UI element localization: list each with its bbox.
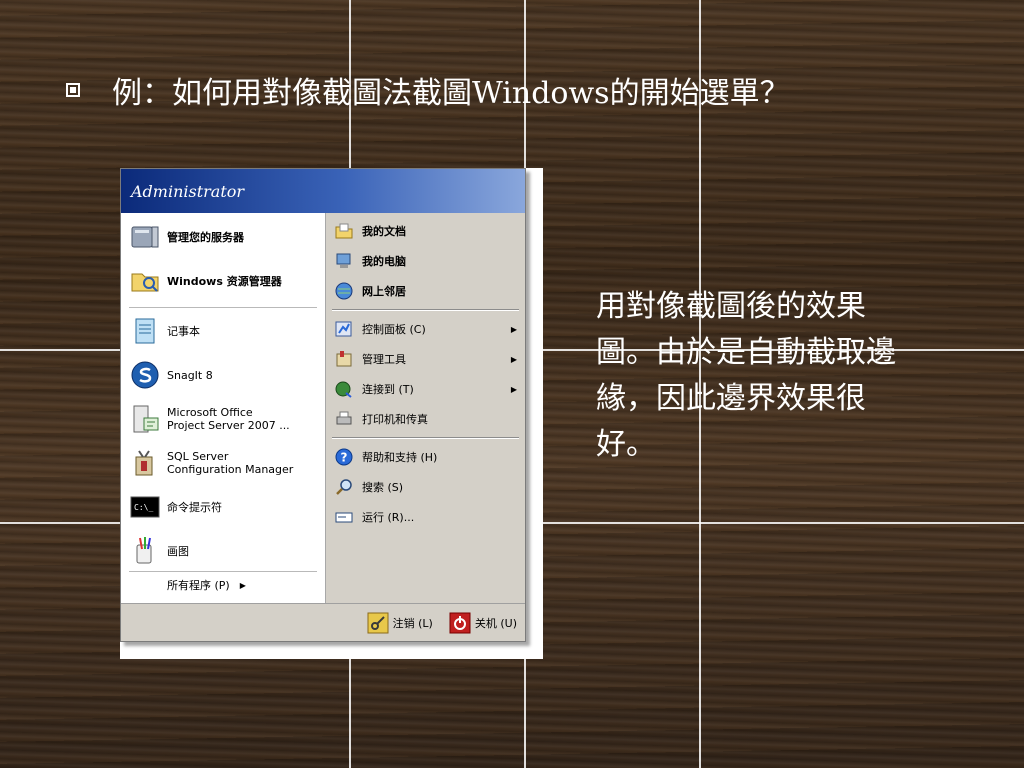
separator bbox=[129, 307, 317, 308]
slide-title-row: 例：如何用對像截圖法截圖Windows的開始選單？ bbox=[66, 68, 790, 112]
separator bbox=[332, 437, 519, 439]
arrow-right-icon: ▶ bbox=[239, 580, 246, 590]
bullet-icon bbox=[66, 83, 80, 97]
snagit-icon bbox=[131, 361, 159, 389]
help-icon: ? bbox=[335, 448, 353, 466]
my-computer-icon bbox=[336, 253, 351, 268]
control-panel-icon bbox=[335, 321, 352, 337]
menu-item-help[interactable]: ? 帮助和支持 (H) bbox=[334, 447, 517, 467]
menu-item-project-server[interactable]: Microsoft Office Project Server 2007 ... bbox=[129, 403, 290, 435]
start-menu-user: Administrator bbox=[121, 169, 525, 213]
printer-icon bbox=[336, 411, 352, 425]
menu-item-admin-tools[interactable]: 管理工具 ▶ bbox=[334, 349, 517, 369]
cmd-icon: C:\_ bbox=[130, 496, 160, 518]
separator bbox=[129, 571, 317, 572]
power-icon bbox=[449, 612, 471, 634]
run-icon bbox=[335, 512, 353, 523]
paint-icon bbox=[136, 537, 152, 564]
connect-to-icon bbox=[335, 381, 352, 398]
admin-tools-icon bbox=[336, 351, 352, 367]
menu-item-paint[interactable]: 画图 bbox=[129, 535, 189, 567]
system-places-column: 我的文档 我的电脑 网上邻居 控制面板 (C) ▶ 管理工具 ▶ 连接到 (T)… bbox=[326, 213, 525, 603]
all-programs-button[interactable]: 所有程序 (P) ▶ bbox=[167, 577, 246, 593]
menu-item-windows-explorer[interactable]: Windows 资源管理器 bbox=[129, 265, 282, 297]
slide-title: 例：如何用對像截圖法截圖Windows的開始選單？ bbox=[112, 76, 790, 111]
menu-item-manage-server[interactable]: 管理您的服务器 bbox=[129, 221, 244, 253]
separator bbox=[332, 309, 519, 311]
server-icon bbox=[131, 226, 159, 248]
network-places-icon bbox=[335, 282, 353, 300]
menu-item-my-computer[interactable]: 我的电脑 bbox=[334, 251, 517, 271]
sql-config-icon bbox=[135, 450, 153, 476]
arrow-right-icon: ▶ bbox=[510, 324, 517, 334]
pinned-programs-column: 管理您的服务器 Windows 资源管理器 记事本 SnagIt 8 Micro… bbox=[121, 213, 326, 603]
notepad-icon bbox=[135, 318, 155, 344]
logoff-button[interactable]: 注销 (L) bbox=[367, 612, 433, 634]
menu-item-control-panel[interactable]: 控制面板 (C) ▶ bbox=[334, 319, 517, 339]
menu-item-command-prompt[interactable]: C:\_ 命令提示符 bbox=[129, 491, 222, 523]
arrow-right-icon: ▶ bbox=[510, 384, 517, 394]
menu-item-my-documents[interactable]: 我的文档 bbox=[334, 221, 517, 241]
key-icon bbox=[367, 612, 389, 634]
screenshot-frame: Administrator 管理您的服务器 Windows 资源管理器 记事本 bbox=[120, 168, 543, 659]
start-menu-footer: 注销 (L) 关机 (U) bbox=[121, 603, 525, 641]
search-icon bbox=[336, 479, 352, 495]
folder-explorer-icon bbox=[131, 273, 159, 292]
project-server-icon bbox=[133, 405, 159, 433]
slide-caption: 用對像截圖後的效果圖。由於是自動截取邊緣，因此邊界效果很好。 bbox=[596, 289, 896, 462]
menu-item-sql-config[interactable]: SQL Server Configuration Manager bbox=[129, 447, 293, 479]
menu-item-snagit[interactable]: SnagIt 8 bbox=[129, 359, 213, 391]
menu-item-run[interactable]: 运行 (R)... bbox=[334, 507, 517, 527]
arrow-right-icon: ▶ bbox=[510, 354, 517, 364]
my-documents-icon bbox=[335, 223, 353, 239]
menu-item-connect-to[interactable]: 连接到 (T) ▶ bbox=[334, 379, 517, 399]
svg-text:?: ? bbox=[341, 451, 348, 465]
shutdown-button[interactable]: 关机 (U) bbox=[449, 612, 517, 634]
menu-item-search[interactable]: 搜索 (S) bbox=[334, 477, 517, 497]
menu-item-notepad[interactable]: 记事本 bbox=[129, 315, 200, 347]
menu-item-printers[interactable]: 打印机和传真 bbox=[334, 409, 517, 429]
menu-item-network-places[interactable]: 网上邻居 bbox=[334, 281, 517, 301]
svg-text:C:\_: C:\_ bbox=[134, 503, 153, 512]
start-menu: Administrator 管理您的服务器 Windows 资源管理器 记事本 bbox=[120, 168, 526, 642]
